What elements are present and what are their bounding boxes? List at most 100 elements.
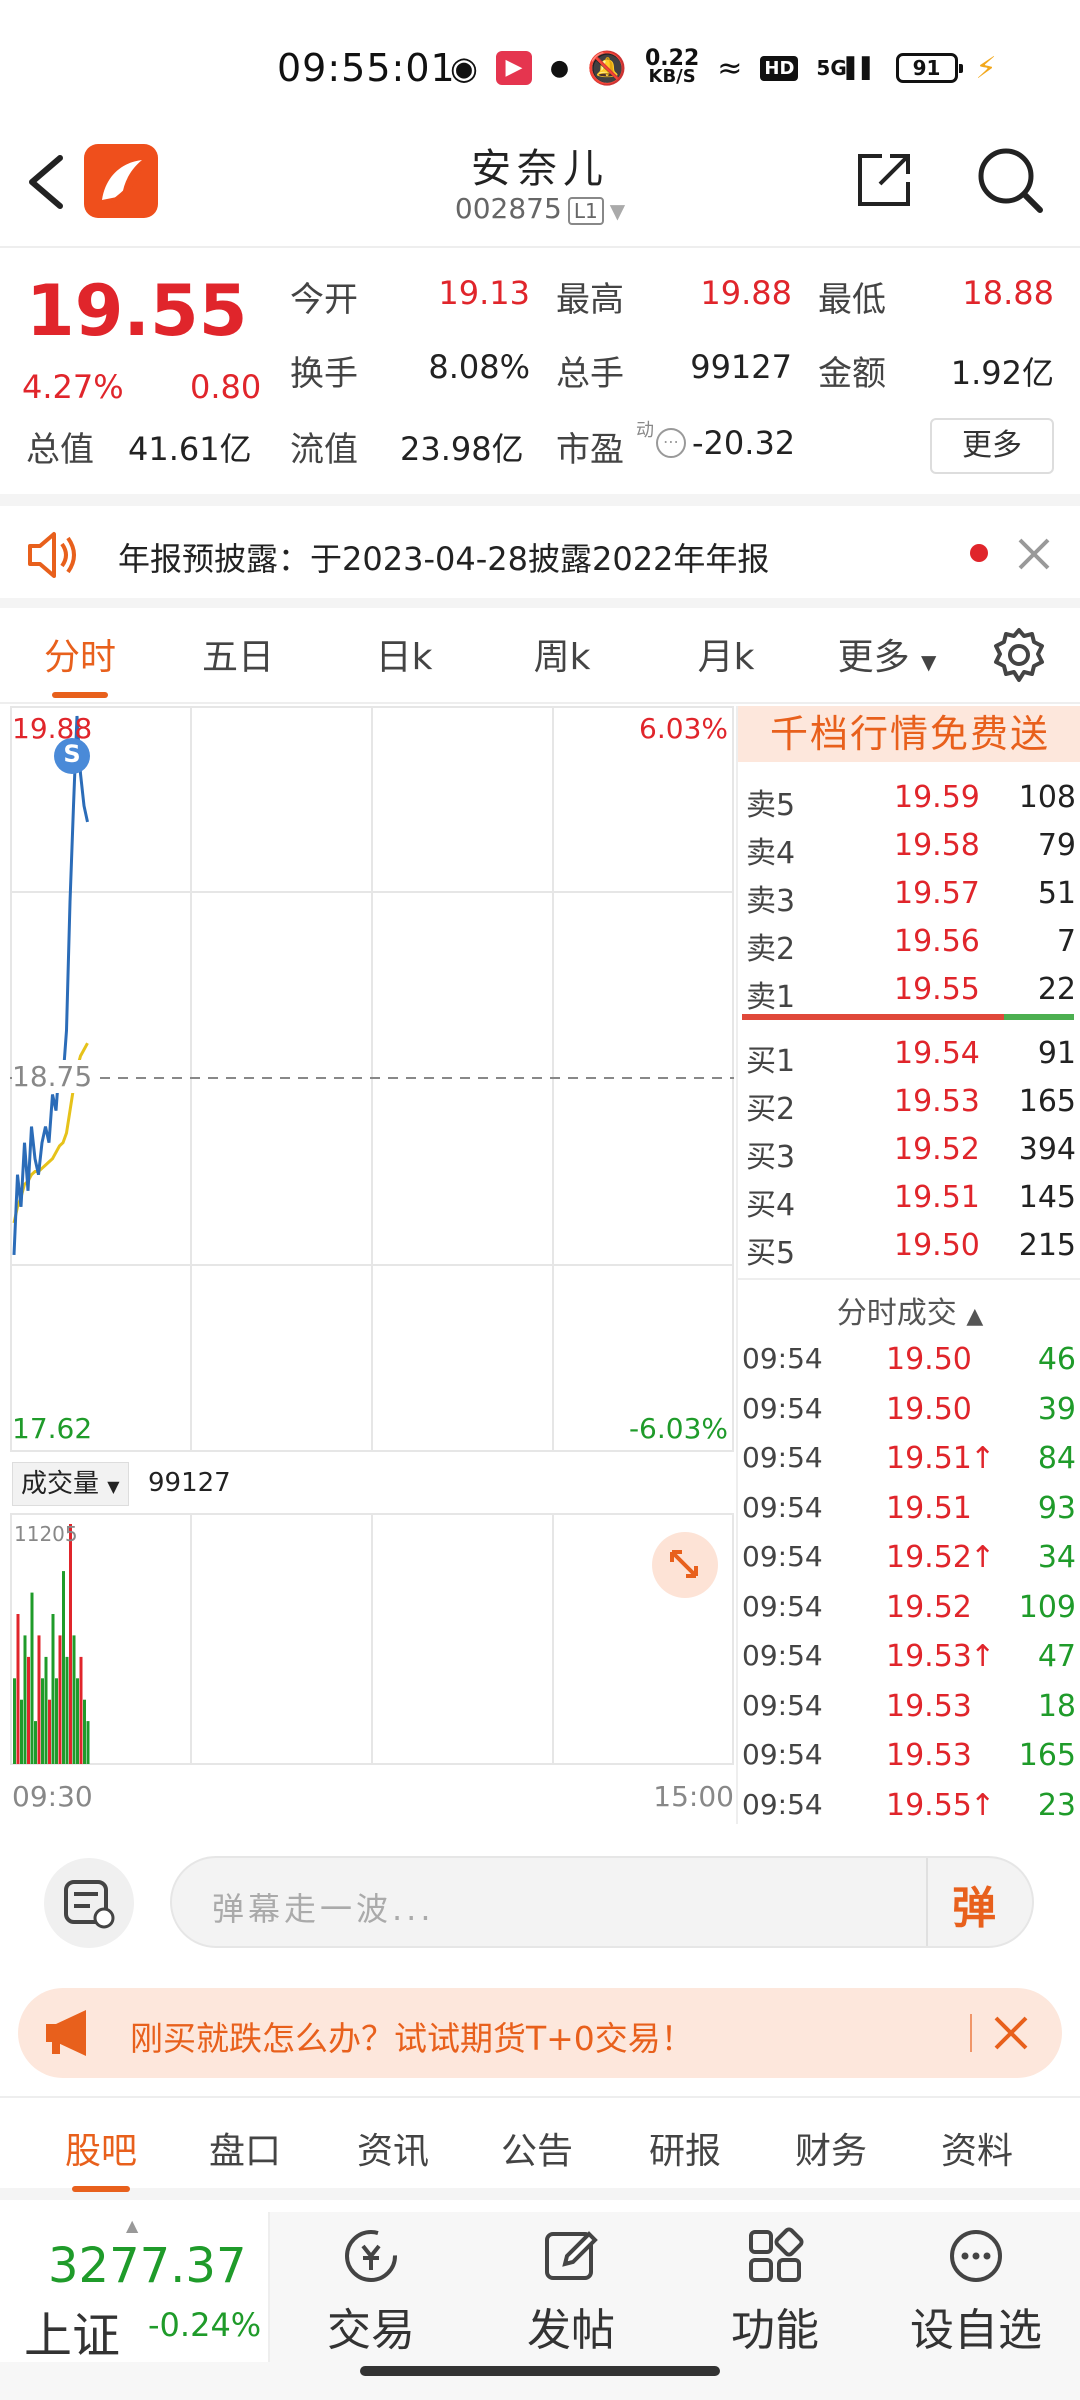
bid-price: 19.50 (894, 1228, 980, 1263)
intraday-chart[interactable]: 19.88 6.03% 18.75 17.62 -6.03% S 成交量 ▼ 9… (10, 706, 734, 1824)
close-icon[interactable] (1016, 536, 1052, 572)
tab-announcements[interactable]: 公告 (472, 2122, 602, 2174)
danmu-input[interactable]: 弹幕走一波... 弹 (170, 1856, 1034, 1948)
speaker-icon (28, 532, 76, 578)
trade-time: 09:54 (742, 1540, 823, 1573)
total-cap-label: 总值 (26, 430, 94, 470)
trade-time: 09:54 (742, 1639, 823, 1672)
tab-monthly[interactable]: 月k (656, 628, 796, 680)
volume-bar (37, 1635, 41, 1764)
bid-row[interactable]: 买2 19.53 165 (738, 1080, 1080, 1128)
promo-text: 刚买就跌怎么办？试试期货T+0交易！ (130, 2019, 694, 2058)
active-tab-indicator (52, 692, 108, 698)
tab-5day[interactable]: 五日 (168, 628, 308, 680)
time-end-label: 15:00 (653, 1780, 734, 1813)
nav-add-watchlist-label: 设自选 (910, 2305, 1042, 2356)
trade-volume: 23 (1037, 1787, 1076, 1823)
bid-row[interactable]: 买3 19.52 394 (738, 1128, 1080, 1176)
mute-icon: 🔕 (587, 49, 627, 87)
nav-post[interactable]: 发帖 (496, 2226, 646, 2358)
trades-header[interactable]: 分时成交 ▲ (738, 1288, 1080, 1332)
trade-row: 09:54 19.51 ↑ 84 (738, 1437, 1080, 1485)
tab-timeshare[interactable]: 分时 (10, 628, 150, 680)
close-icon[interactable] (992, 2014, 1030, 2052)
comment-list-button[interactable] (44, 1858, 134, 1948)
tab-orderbook[interactable]: 盘口 (180, 2122, 310, 2174)
ask-row[interactable]: 卖2 19.56 7 (738, 920, 1080, 968)
expand-button[interactable] (652, 1532, 718, 1598)
turnover-label: 换手 (290, 354, 358, 394)
tab-research[interactable]: 研报 (620, 2122, 750, 2174)
bid-price: 19.54 (894, 1036, 980, 1071)
nav-add-watchlist[interactable]: 设自选 (886, 2226, 1066, 2358)
ask-row[interactable]: 卖4 19.58 79 (738, 824, 1080, 872)
promo-banner[interactable]: 刚买就跌怎么办？试试期货T+0交易！ (18, 1988, 1062, 2078)
level2-banner[interactable]: 千档行情免费送 (738, 706, 1080, 762)
share-icon[interactable] (852, 148, 916, 212)
search-icon[interactable] (974, 144, 1046, 216)
trade-price: 19.53 (886, 1738, 972, 1773)
tab-forum[interactable]: 股吧 (36, 2122, 166, 2174)
nav-trade-label: 交易 (327, 2305, 415, 2356)
volume-bar (16, 1614, 20, 1764)
wifi-icon: ≈ (717, 50, 743, 86)
ask-level: 卖4 (746, 836, 796, 871)
trade-row: 09:54 19.52 109 (738, 1586, 1080, 1634)
index-ticker[interactable]: ▲ 3277.37 上证 -0.24% (0, 2212, 270, 2364)
trade-arrow: ↑ (970, 1441, 996, 1476)
bid-row[interactable]: 买4 19.51 145 (738, 1176, 1080, 1224)
bid-row[interactable]: 买1 19.54 91 (738, 1032, 1080, 1080)
ask-level: 卖1 (746, 980, 796, 1015)
gear-icon[interactable] (990, 626, 1048, 684)
ask-volume: 51 (1037, 876, 1076, 911)
ask-volume: 79 (1037, 828, 1076, 863)
index-value: 3277.37 (48, 2238, 247, 2294)
bid-level: 买5 (746, 1236, 796, 1271)
nav-functions-label: 功能 (731, 2305, 819, 2356)
bid-row[interactable]: 买5 19.50 215 (738, 1224, 1080, 1272)
more-dots-icon[interactable]: ⋯ (656, 428, 686, 458)
edit-icon (545, 2231, 598, 2280)
chevron-up-icon: ▲ (966, 1304, 984, 1329)
stock-name: 安奈儿 (471, 146, 609, 192)
trade-volume: 165 (1018, 1738, 1076, 1773)
trade-row: 09:54 19.53 165 (738, 1734, 1080, 1782)
chevron-down-icon[interactable]: ▼ (610, 199, 625, 223)
trade-price: 19.50 (886, 1342, 972, 1377)
chart-canvas[interactable] (10, 706, 734, 1824)
nav-functions[interactable]: 功能 (700, 2226, 850, 2358)
megaphone-icon (46, 2010, 86, 2056)
bottom-nav: ▲ 3277.37 上证 -0.24% 交易 发帖 功能 设自选 (0, 2212, 1080, 2400)
danmu-button[interactable]: 弹 (952, 1872, 996, 1936)
trade-volume: 39 (1037, 1391, 1076, 1427)
volume-bar (51, 1614, 55, 1764)
volume-bar (41, 1678, 44, 1764)
tab-daily[interactable]: 日k (334, 628, 474, 680)
more-button[interactable]: 更多 (930, 418, 1054, 474)
nav-trade[interactable]: 交易 (296, 2226, 446, 2358)
grid-icon (749, 2227, 804, 2282)
tab-finance[interactable]: 财务 (766, 2122, 896, 2174)
tab-weekly[interactable]: 周k (492, 628, 632, 680)
volume-bar (34, 1721, 37, 1764)
trade-icon (345, 2230, 397, 2282)
ask-volume: 108 (1018, 780, 1076, 815)
ask-row[interactable]: 卖5 19.59 108 (738, 776, 1080, 824)
tab-news[interactable]: 资讯 (328, 2122, 458, 2174)
tab-profile[interactable]: 资料 (912, 2122, 1042, 2174)
hd-badge: HD (760, 55, 799, 81)
volume-bar (30, 1592, 34, 1764)
tab-more[interactable]: 更多 ▼ (812, 628, 962, 680)
ask-row[interactable]: 卖1 19.55 22 (738, 968, 1080, 1016)
indicator-select[interactable]: 成交量 ▼ (12, 1462, 129, 1506)
status-bar: 09:55:01 ◉ ▶ ● 🔕 0.22 KB/S ≈ HD 5G▌▌ 91 … (0, 0, 1080, 130)
trade-price: 19.53 (886, 1639, 972, 1674)
trade-price: 19.55 (886, 1787, 972, 1823)
bid-level: 买2 (746, 1092, 796, 1127)
trade-price: 19.52 (886, 1540, 972, 1575)
ask-level: 卖2 (746, 932, 796, 967)
clock: 09:55:01 (277, 46, 456, 90)
trade-arrow: ↑ (970, 1639, 996, 1674)
notice-bar[interactable]: 年报预披露：于2023-04-28披露2022年年报 (0, 508, 1080, 604)
ask-row[interactable]: 卖3 19.57 51 (738, 872, 1080, 920)
